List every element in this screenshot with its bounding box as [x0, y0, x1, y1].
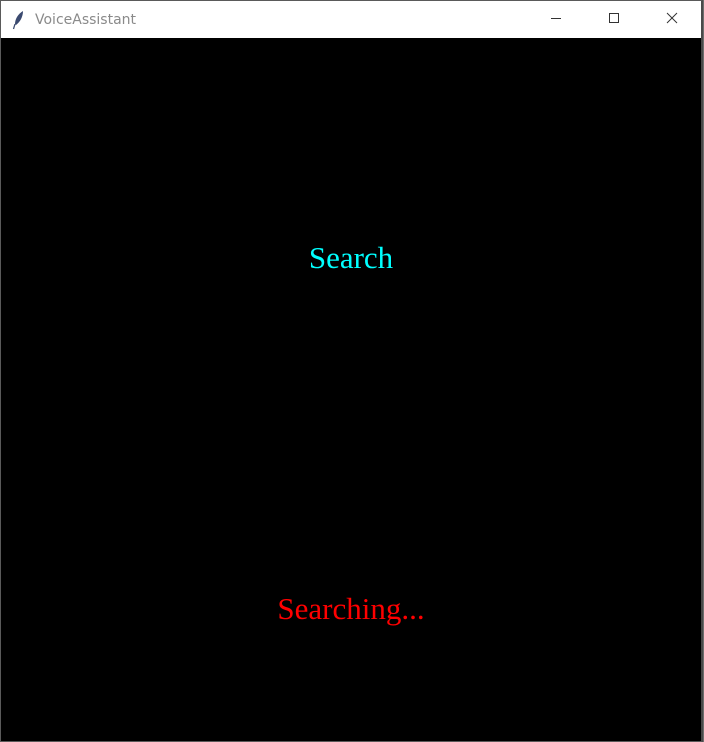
status-text: Searching...: [277, 591, 425, 626]
feather-icon: [11, 10, 27, 30]
window-controls: [527, 1, 701, 38]
minimize-button[interactable]: [527, 1, 585, 38]
close-icon: [666, 11, 678, 29]
app-window: VoiceAssistant Search Searching...: [0, 0, 703, 742]
main-canvas: Search Searching...: [1, 38, 701, 741]
title-bar[interactable]: VoiceAssistant: [1, 1, 701, 38]
minimize-icon: [550, 11, 562, 29]
window-title: VoiceAssistant: [35, 11, 137, 28]
search-label[interactable]: Search: [1, 238, 701, 278]
close-button[interactable]: [643, 1, 701, 38]
maximize-button[interactable]: [585, 1, 643, 38]
maximize-icon: [608, 11, 620, 29]
